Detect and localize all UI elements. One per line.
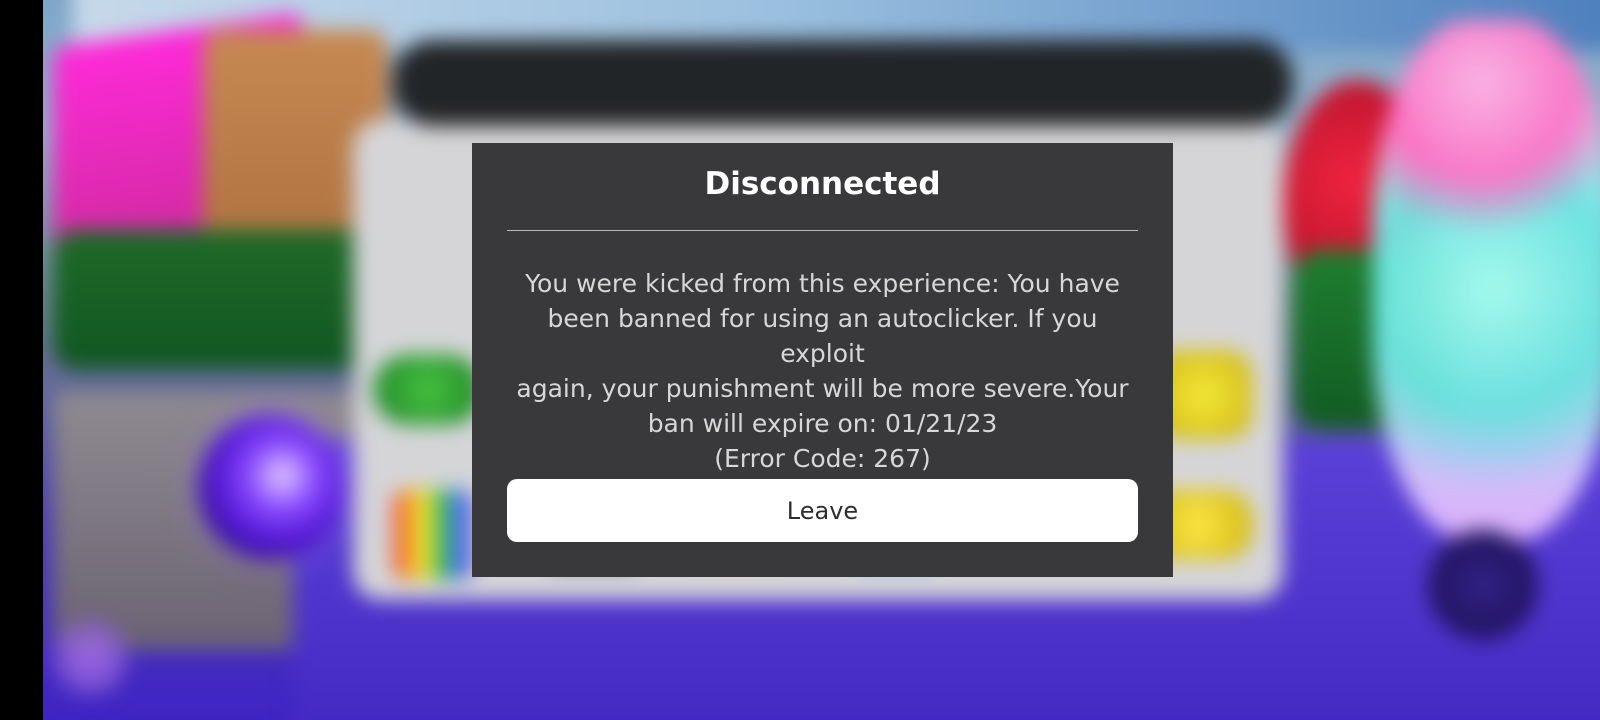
bottom-left-circle-icon	[53, 620, 128, 695]
dialog-message: You were kicked from this experience: Yo…	[508, 266, 1137, 476]
rainbow-item-icon	[393, 490, 473, 580]
left-black-bar	[0, 0, 43, 720]
left-hedge	[53, 230, 383, 370]
message-line: You were kicked from this experience: Yo…	[525, 269, 1120, 298]
game-screen: Disconnected You were kicked from this e…	[0, 0, 1600, 720]
green-item-icon	[373, 355, 483, 425]
disconnected-dialog: Disconnected You were kicked from this e…	[472, 143, 1173, 577]
message-line: been banned for using an autoclicker. If…	[547, 304, 1098, 368]
pastel-creature	[1373, 20, 1600, 540]
message-line: (Error Code: 267)	[714, 444, 931, 473]
message-line: ban will expire on: 01/21/23	[647, 409, 998, 438]
background-banner	[393, 40, 1293, 126]
purple-orb-icon	[198, 415, 343, 560]
dialog-divider	[507, 230, 1138, 231]
message-line: again, your punishment will be more seve…	[516, 374, 1129, 403]
leave-button[interactable]: Leave	[507, 479, 1138, 542]
action-circle-icon	[1428, 530, 1538, 640]
dialog-title: Disconnected	[704, 166, 941, 202]
